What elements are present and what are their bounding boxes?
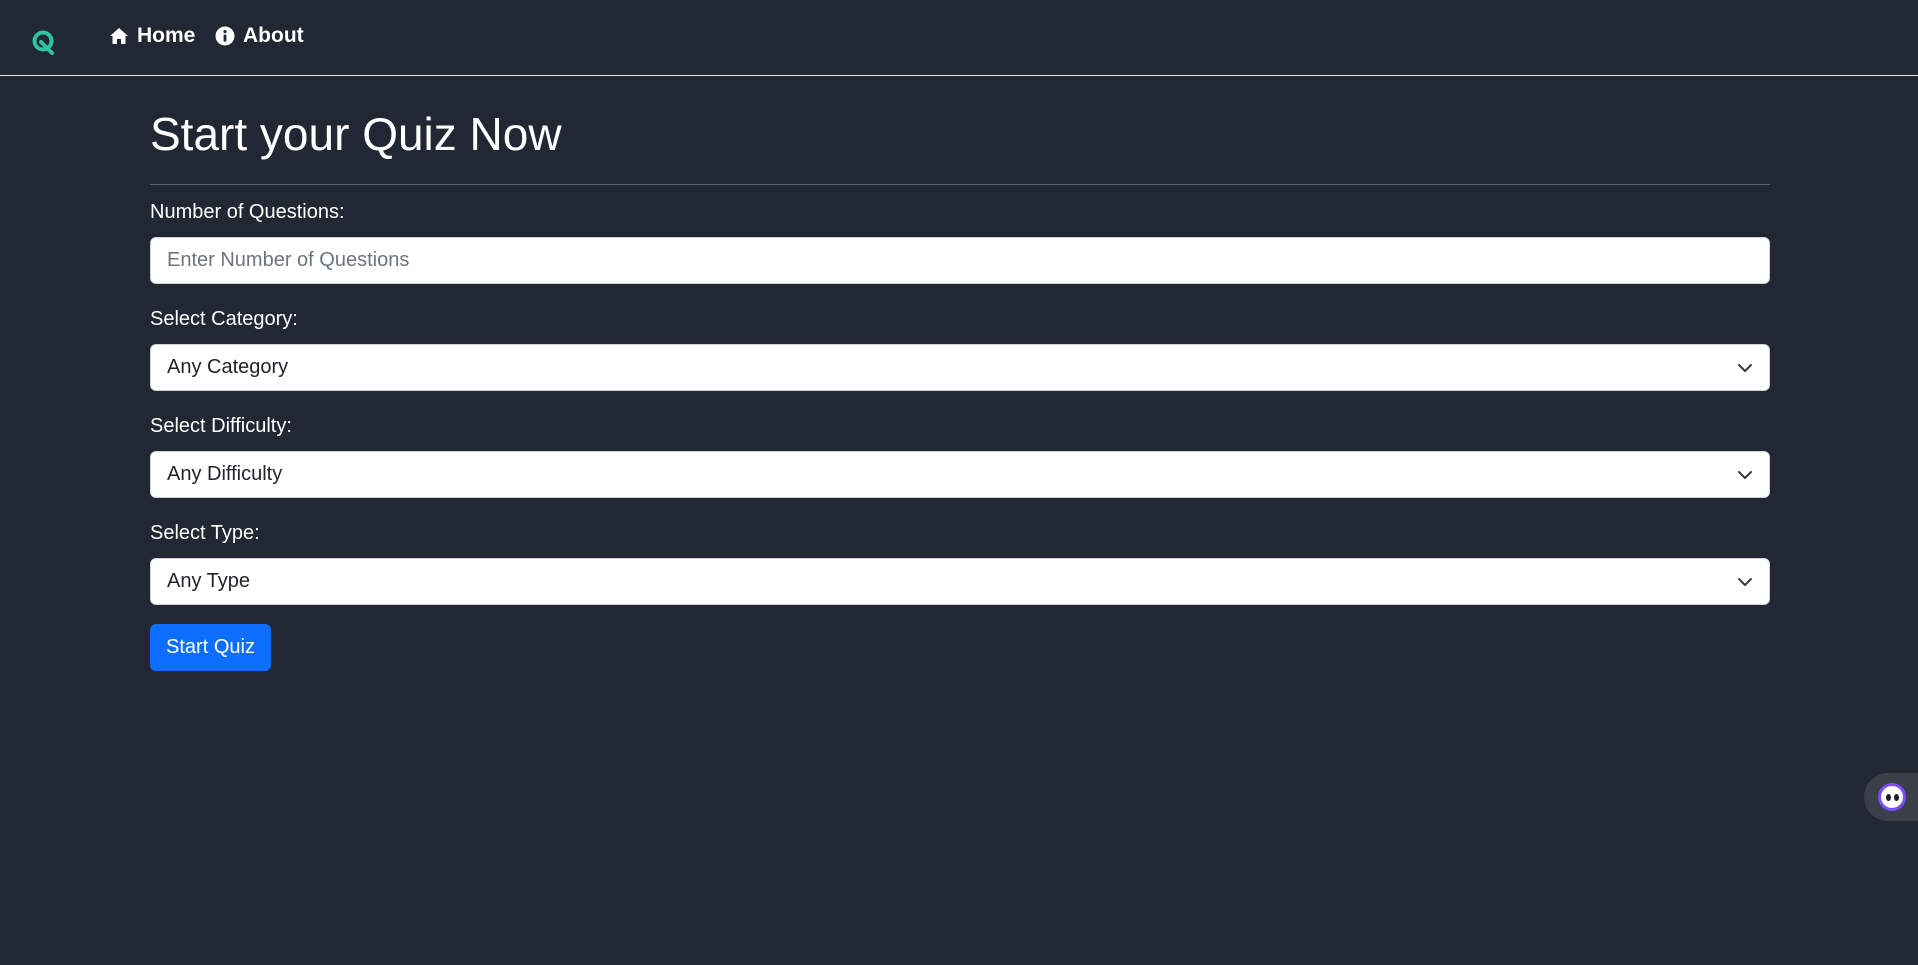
quiz-logo-icon[interactable]	[31, 29, 57, 55]
nav-about-link[interactable]: About	[215, 22, 304, 50]
assistant-eye	[1894, 794, 1899, 801]
assistant-eye	[1886, 794, 1891, 801]
top-navbar: Home About	[0, 0, 1918, 76]
nav-home-label: Home	[137, 24, 196, 47]
chevron-down-icon	[1738, 578, 1752, 586]
category-selected-value: Any Category	[167, 356, 289, 378]
difficulty-select[interactable]: Any Difficulty	[150, 451, 1770, 498]
type-select[interactable]: Any Type	[150, 558, 1770, 605]
difficulty-label: Select Difficulty:	[150, 415, 292, 437]
start-quiz-button[interactable]: Start Quiz	[150, 624, 271, 671]
type-label: Select Type:	[150, 522, 260, 544]
category-select[interactable]: Any Category	[150, 344, 1770, 391]
info-icon	[215, 26, 235, 46]
home-icon	[110, 28, 128, 44]
page-title: Start your Quiz Now	[150, 108, 562, 160]
category-label: Select Category:	[150, 308, 298, 330]
title-divider	[150, 184, 1770, 185]
nav-home-link[interactable]: Home	[109, 22, 195, 50]
assistant-face-icon	[1878, 783, 1906, 811]
chevron-down-icon	[1738, 471, 1752, 479]
assistant-widget-button[interactable]	[1864, 773, 1918, 821]
chevron-down-icon	[1738, 364, 1752, 372]
type-selected-value: Any Type	[167, 570, 251, 592]
difficulty-selected-value: Any Difficulty	[167, 463, 283, 485]
nav-about-label: About	[243, 24, 304, 47]
questions-label: Number of Questions:	[150, 201, 345, 223]
number-of-questions-input[interactable]	[150, 237, 1770, 284]
